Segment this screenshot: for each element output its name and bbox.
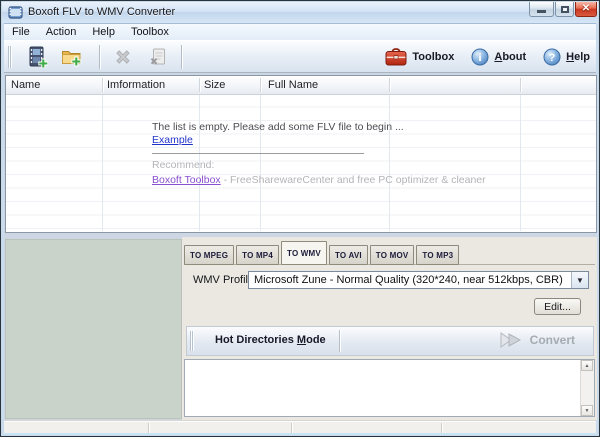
column-divider — [520, 94, 521, 231]
dropdown-arrow-icon[interactable]: ▼ — [571, 272, 588, 288]
app-window: Boxoft FLV to WMV Converter ✕ File Actio… — [0, 0, 600, 437]
add-file-button[interactable] — [23, 43, 51, 71]
menu-bar: File Action Help Toolbox — [4, 24, 596, 40]
menu-item-help[interactable]: Help — [84, 25, 123, 39]
toolbox-button[interactable]: Toolbox — [385, 47, 454, 66]
tab-to-mpeg[interactable]: TO MPEG — [184, 245, 234, 265]
column-divider — [102, 94, 103, 231]
column-header-name[interactable]: Name — [11, 79, 40, 91]
recommend-label: Recommend: — [152, 159, 486, 172]
edit-profile-button[interactable]: Edit... — [534, 298, 581, 315]
add-folder-icon — [61, 46, 83, 68]
about-button[interactable]: i About — [471, 48, 526, 66]
minimize-button[interactable] — [529, 2, 554, 17]
boxoft-toolbox-link[interactable]: Boxoft Toolbox — [152, 174, 221, 186]
remove-file-button[interactable] — [109, 43, 137, 71]
svg-text:?: ? — [549, 52, 556, 64]
recommend-suffix: - FreeSharewareCenter and free PC optimi… — [221, 174, 486, 186]
empty-message: The list is empty. Please add some FLV f… — [152, 121, 486, 134]
tab-to-mp4[interactable]: TO MP4 — [236, 245, 279, 265]
add-video-icon — [26, 46, 48, 68]
hot-directories-button[interactable]: Hot Directories Mode — [215, 334, 326, 346]
close-icon: ✕ — [582, 4, 590, 14]
tab-to-avi[interactable]: TO AVI — [329, 245, 368, 265]
clear-list-button[interactable] — [144, 43, 172, 71]
menu-item-file[interactable]: File — [4, 25, 38, 39]
title-bar: Boxoft FLV to WMV Converter ✕ — [2, 2, 598, 24]
example-link[interactable]: Example — [152, 134, 193, 146]
toolbox-icon — [385, 47, 407, 66]
log-area[interactable]: ▲ ▼ — [184, 359, 595, 417]
convert-label: Convert — [530, 333, 575, 347]
toolbar-separator — [181, 45, 182, 69]
action-bar: Hot Directories Mode Convert — [186, 326, 594, 356]
help-icon: ? — [543, 48, 561, 66]
maximize-button[interactable] — [555, 2, 574, 17]
toolbar-right-group: Toolbox i About — [385, 41, 590, 72]
toolbar: Toolbox i About — [4, 40, 596, 73]
conversion-panel: TO MPEG TO MP4 TO WMV TO AVI TO MOV TO M… — [182, 237, 597, 420]
scroll-down-button[interactable]: ▼ — [581, 405, 593, 416]
clear-list-icon — [148, 47, 168, 67]
column-header-imformation[interactable]: Imformation — [107, 79, 165, 91]
preview-panel — [5, 239, 182, 419]
tab-to-mp3[interactable]: TO MP3 — [416, 245, 459, 265]
list-header: Name Imformation Size Full Name — [6, 76, 596, 95]
toolbar-separator — [99, 45, 100, 69]
status-divider — [291, 423, 292, 433]
menu-item-action[interactable]: Action — [38, 25, 85, 39]
window-title: Boxoft FLV to WMV Converter — [28, 6, 175, 18]
app-icon — [8, 5, 23, 20]
header-divider — [520, 78, 521, 92]
close-button[interactable]: ✕ — [575, 2, 597, 17]
column-header-fullname[interactable]: Full Name — [268, 79, 318, 91]
header-divider — [199, 78, 200, 92]
delete-x-icon — [113, 47, 133, 67]
maximize-icon — [561, 6, 569, 13]
column-header-size[interactable]: Size — [204, 79, 225, 91]
window-frame-bottom — [2, 433, 598, 435]
empty-state: The list is empty. Please add some FLV f… — [152, 121, 486, 187]
header-divider — [102, 78, 103, 92]
wmv-profile-value: Microsoft Zune - Normal Quality (320*240… — [249, 274, 571, 286]
convert-button[interactable]: Convert — [499, 331, 575, 349]
status-divider — [441, 423, 442, 433]
wmv-profile-select[interactable]: Microsoft Zune - Normal Quality (320*240… — [248, 271, 589, 289]
format-tab-strip: TO MPEG TO MP4 TO WMV TO AVI TO MOV TO M… — [184, 239, 459, 265]
action-bar-grip — [190, 331, 194, 351]
action-bar-separator — [339, 330, 340, 352]
tab-to-wmv[interactable]: TO WMV — [281, 241, 327, 265]
info-icon: i — [471, 48, 489, 66]
help-label: Help — [566, 51, 590, 63]
toolbox-label: Toolbox — [412, 51, 454, 63]
help-button[interactable]: ? Help — [543, 48, 590, 66]
status-divider — [148, 423, 149, 433]
file-list[interactable]: Name Imformation Size Full Name The list… — [5, 75, 597, 233]
convert-play-icon — [499, 331, 525, 349]
window-frame-left — [2, 23, 4, 433]
scroll-up-button[interactable]: ▲ — [581, 360, 593, 371]
tab-to-mov[interactable]: TO MOV — [370, 245, 415, 265]
menu-item-toolbox[interactable]: Toolbox — [123, 25, 177, 39]
toolbar-grip — [8, 46, 12, 68]
header-divider — [389, 78, 390, 92]
header-divider — [260, 78, 261, 92]
add-folder-button[interactable] — [58, 43, 86, 71]
minimize-icon — [537, 10, 546, 13]
about-label: About — [494, 51, 526, 63]
empty-divider — [152, 153, 364, 154]
log-scrollbar[interactable]: ▲ ▼ — [580, 360, 594, 416]
